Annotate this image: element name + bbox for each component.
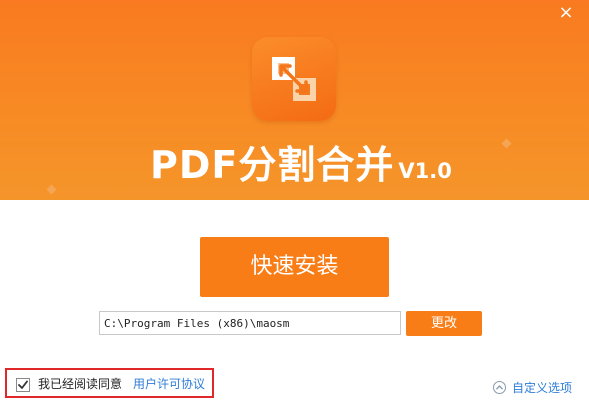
installer-window: × PDF分割合并V1.0 快速安装 更改 (0, 0, 589, 410)
app-logo (252, 37, 336, 121)
decoration-dot (46, 184, 57, 195)
agree-label: 我已经阅读同意 (38, 377, 123, 391)
custom-options-label: 自定义选项 (512, 381, 573, 395)
chevron-up-circle-icon (493, 381, 506, 394)
checkmark-icon (18, 380, 28, 389)
agree-checkbox[interactable] (16, 378, 30, 392)
change-path-button[interactable]: 更改 (406, 311, 482, 336)
close-icon: × (558, 2, 574, 23)
quick-install-button[interactable]: 快速安装 (200, 237, 389, 297)
app-title: PDF分割合并 V1.0 (150, 140, 452, 190)
split-merge-icon (272, 57, 316, 101)
close-button[interactable]: × (557, 4, 575, 22)
header-banner: × PDF分割合并 V1.0 (0, 0, 589, 200)
decoration-dot (501, 138, 512, 149)
agreement-highlight: 我已经阅读同意 用户许可协议 (5, 368, 214, 398)
install-path-input[interactable] (99, 311, 401, 335)
app-version: V1.0 (398, 159, 452, 183)
app-name: PDF分割合并 (150, 143, 395, 187)
license-agreement-link[interactable]: 用户许可协议 (133, 376, 205, 392)
